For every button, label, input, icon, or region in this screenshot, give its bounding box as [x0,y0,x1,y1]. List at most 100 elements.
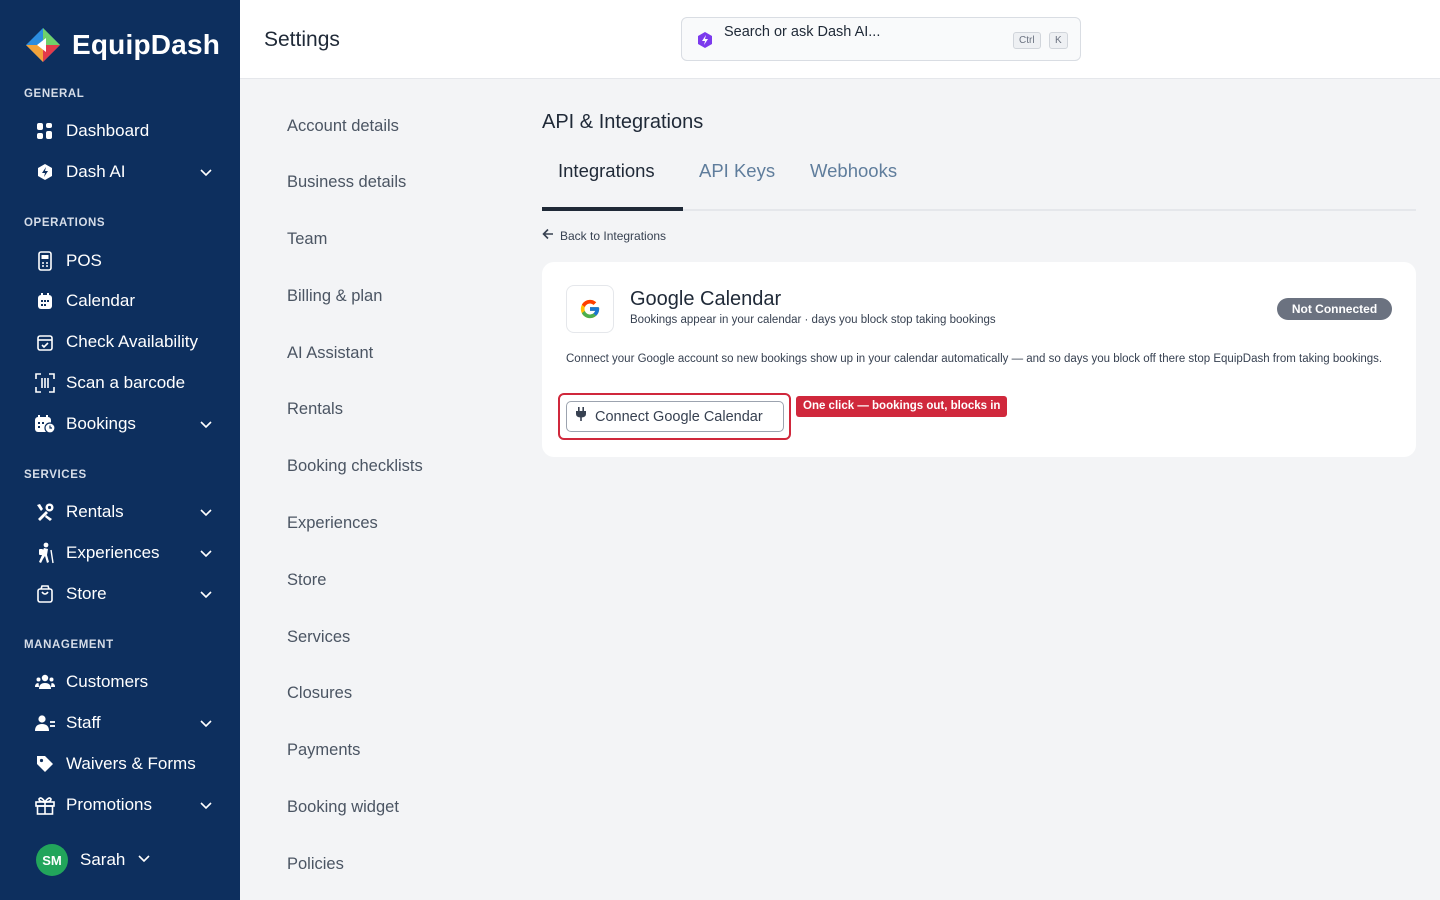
sidebar-item-dashboard[interactable]: Dashboard [34,116,214,146]
settings-menu-item[interactable]: Booking widget [287,798,399,817]
staff-icon [34,712,56,734]
sidebar-item-label: Calendar [66,291,135,310]
sidebar-item-label: Staff [66,713,101,732]
bookings-icon [34,413,56,435]
customers-icon [34,671,56,693]
tab-webhooks[interactable]: Webhooks [810,160,897,182]
sidebar-item-experiences[interactable]: Experiences [34,538,214,568]
settings-menu-item[interactable]: Account details [287,117,399,136]
sidebar-item-label: Scan a barcode [66,373,186,392]
sidebar-item-rentals[interactable]: Rentals [34,497,214,527]
settings-menu-item[interactable]: Experiences [287,514,378,533]
tag-icon [34,753,56,775]
shortcut-ctrl-key: Ctrl [1013,32,1041,49]
sidebar-item-label: Experiences [66,543,160,562]
user-name: Sarah [80,850,126,869]
chevron-down-icon[interactable] [198,715,214,731]
dash-ai-icon [696,31,714,49]
plug-icon [575,406,587,427]
sidebar-item-waivers-forms[interactable]: Waivers & Forms [34,749,214,779]
sidebar-item-label: Rentals [66,502,124,521]
chevron-down-icon[interactable] [198,586,214,602]
sidebar-item-pos[interactable]: POS [34,246,214,276]
chevron-down-icon[interactable] [198,545,214,561]
section-label-general: GENERAL [24,88,85,100]
sidebar-item-calendar[interactable]: Calendar [34,286,214,316]
integration-name: Google Calendar [630,288,782,310]
sidebar-item-bookings[interactable]: Bookings [34,409,214,439]
back-link-label: Back to Integrations [560,228,667,243]
status-badge: Not Connected [1277,298,1392,320]
chevron-down-icon[interactable] [198,416,214,432]
shopping-bag-icon [34,583,56,605]
section-label-management: MANAGEMENT [24,639,114,651]
section-label-operations: OPERATIONS [24,217,106,229]
sidebar-item-label: Waivers & Forms [66,754,196,773]
settings-menu-item[interactable]: Booking checklists [287,457,423,476]
settings-menu-item[interactable]: Business details [287,173,406,192]
chevron-down-icon[interactable] [198,164,214,180]
chevron-down-icon[interactable] [198,504,214,520]
google-logo-icon [566,285,614,333]
settings-menu-item[interactable]: Team [287,230,327,249]
brand-logo[interactable]: EquipDash [24,26,220,64]
settings-menu-item[interactable]: Billing & plan [287,287,382,306]
integration-subtitle: Bookings appear in your calendar · days … [630,314,996,326]
sidebar: EquipDash GENERAL Dashboard Dash AI OPER… [0,0,240,900]
settings-menu-item[interactable]: Store [287,571,326,590]
connect-google-calendar-button[interactable]: Connect Google Calendar [566,401,784,432]
integration-tabs: Integrations API Keys Webhooks [542,150,1416,211]
section-label-services: SERVICES [24,469,87,481]
page-title: Settings [264,28,340,51]
pos-terminal-icon [34,250,56,272]
sidebar-item-scan-barcode[interactable]: Scan a barcode [34,368,214,398]
avatar: SM [36,844,68,876]
hiker-icon [34,542,56,564]
settings-menu-item[interactable]: Closures [287,684,352,703]
sidebar-item-label: Store [66,584,107,603]
sidebar-item-label: POS [66,251,102,270]
calendar-check-icon [34,331,56,353]
tab-api-keys[interactable]: API Keys [699,160,775,182]
top-header: Settings Search or ask Dash AI... Ctrl K [240,0,1440,79]
sidebar-item-label: Customers [66,672,149,691]
sidebar-item-label: Bookings [66,414,136,433]
equipdash-logo-icon [24,26,62,64]
chevron-down-icon[interactable] [198,797,214,813]
barcode-scan-icon [34,372,56,394]
shortcut-k-key: K [1049,32,1068,49]
sidebar-item-label: Check Availability [66,332,198,351]
sidebar-item-promotions[interactable]: Promotions [34,790,214,820]
integration-card: Google Calendar Bookings appear in your … [542,262,1416,457]
sidebar-item-store[interactable]: Store [34,579,214,609]
brand-name: EquipDash [72,29,221,60]
tab-integrations[interactable]: Integrations [558,160,655,182]
arrow-left-icon [542,228,554,243]
calendar-icon [34,290,56,312]
settings-menu-item[interactable]: Rentals [287,400,343,419]
search-placeholder: Search or ask Dash AI... [724,24,881,40]
connect-button-label: Connect Google Calendar [595,408,763,425]
sidebar-item-label: Promotions [66,795,152,814]
sidebar-item-label: Dashboard [66,121,150,140]
ai-hexagon-icon [34,161,56,183]
settings-menu-item[interactable]: Services [287,628,350,647]
annotation-callout: One click — bookings out, blocks in [796,396,1008,417]
sidebar-item-check-availability[interactable]: Check Availability [34,327,214,357]
chevron-down-icon[interactable] [137,851,151,870]
sidebar-item-dash-ai[interactable]: Dash AI [34,157,214,187]
sidebar-item-staff[interactable]: Staff [34,708,214,738]
dashboard-icon [34,120,56,142]
integration-description: Connect your Google account so new booki… [566,353,1383,365]
search-input[interactable]: Search or ask Dash AI... Ctrl K [681,17,1081,61]
back-to-integrations-link[interactable]: Back to Integrations [542,228,666,243]
sidebar-item-customers[interactable]: Customers [34,667,214,697]
tools-icon [34,501,56,523]
settings-menu-item[interactable]: Payments [287,741,360,760]
user-menu[interactable]: SM Sarah [36,844,151,876]
sidebar-item-label: Dash AI [66,162,126,181]
gift-icon [34,794,56,816]
settings-menu-item[interactable]: Policies [287,855,344,874]
settings-menu-item[interactable]: AI Assistant [287,344,373,363]
section-title: API & Integrations [542,111,704,133]
